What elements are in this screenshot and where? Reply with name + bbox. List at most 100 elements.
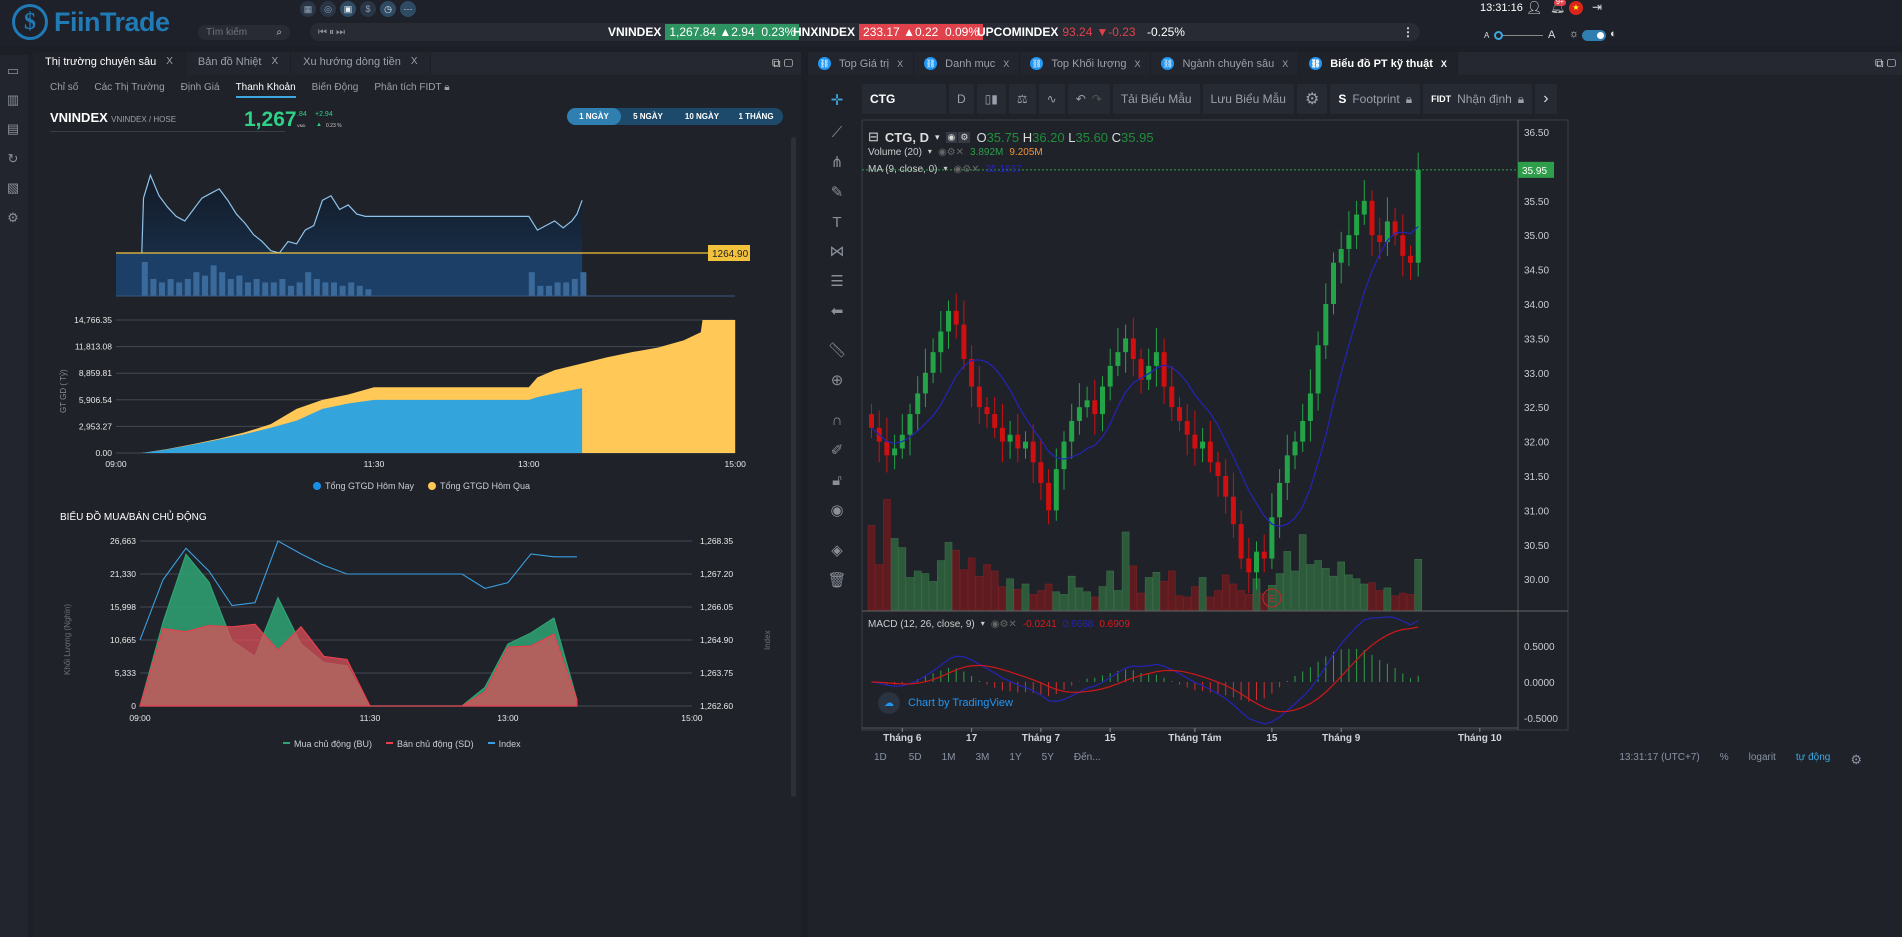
volume-bar	[245, 282, 251, 296]
chart-settings-icon[interactable]: ⚙	[1840, 752, 1872, 768]
ma-label[interactable]: MA (9, close, 0)	[868, 164, 937, 175]
table-icon[interactable]: ▦	[300, 1, 316, 17]
legend-symbol[interactable]: CTG, D	[885, 130, 929, 145]
clock-icon[interactable]: ◷	[380, 1, 396, 17]
volume-bar	[1260, 592, 1269, 611]
more-icon[interactable]: ···	[400, 1, 416, 17]
legend-index[interactable]: Index	[487, 739, 521, 749]
log-toggle[interactable]: logarit	[1739, 752, 1786, 768]
period-1y[interactable]: 1Y	[999, 752, 1031, 768]
ticker-hnxindex[interactable]: HNXINDEX 233.17 ▲0.22 0.09%	[793, 23, 983, 41]
logo-icon: $	[12, 4, 48, 40]
period-3m[interactable]: 3M	[966, 752, 1000, 768]
ticker-pct: -0.25%	[1146, 25, 1185, 39]
indicator-controls-icon[interactable]: ◉⚙✕	[991, 619, 1017, 630]
legend-sd[interactable]: Bán chủ động (SD)	[386, 739, 474, 749]
indicator-controls-icon[interactable]: ◉⚙✕	[938, 147, 964, 158]
search-icon: ⌕	[276, 27, 282, 38]
chart-legend-main: ⊟ CTG, D ▾ ◉ ⚙ O35.75 H36.20 L35.60 C35.95	[868, 129, 1154, 145]
volume-bar	[998, 586, 1007, 611]
window-icon[interactable]: ▭	[5, 63, 21, 79]
last-price-label: 35.95	[1522, 166, 1547, 177]
volume-bar	[960, 569, 968, 611]
volume-bar	[983, 564, 991, 611]
chevron-down-icon[interactable]: ▾	[981, 619, 985, 630]
fiintrade-logo[interactable]: $ FiinTrade	[12, 4, 170, 40]
period-1d[interactable]: 1D	[862, 752, 899, 768]
period-5y[interactable]: 5Y	[1032, 752, 1064, 768]
report-icon[interactable]: ▧	[5, 180, 21, 196]
calendar-icon[interactable]: ▣	[340, 1, 356, 17]
volume-bar	[898, 547, 907, 611]
search-input[interactable]: Tìm kiếm ⌕	[198, 25, 290, 40]
candle	[1215, 462, 1221, 476]
gear-icon[interactable]: ⚙	[958, 131, 971, 143]
font-size-slider[interactable]	[1494, 31, 1544, 41]
logout-icon[interactable]: ⇥	[1592, 0, 1602, 14]
save-icon[interactable]: ▤	[5, 121, 21, 137]
chevron-down-icon[interactable]: ▾	[943, 164, 947, 175]
coin-icon[interactable]: $	[360, 1, 376, 17]
legend-bu[interactable]: Mua chủ động (BU)	[283, 739, 372, 749]
volume-bar	[975, 575, 984, 611]
indicator-controls-icon[interactable]: ◉⚙✕	[953, 164, 979, 175]
volume-bar	[270, 282, 277, 296]
volume-bar	[1160, 581, 1168, 611]
volume-bar	[348, 282, 355, 296]
go-to-date[interactable]: Đến...	[1064, 752, 1111, 768]
volume-bar	[1237, 590, 1245, 611]
settings-icon[interactable]: ⚙	[5, 210, 21, 226]
volume-bar	[159, 282, 165, 296]
ticker-upcomindex[interactable]: UPCOMINDEX 93.24 ▼-0.23 -0.25%	[977, 23, 1185, 41]
ticker-name: HNXINDEX	[793, 25, 856, 39]
eye-icon[interactable]: ◉	[945, 131, 958, 143]
volume-bar	[1106, 570, 1115, 611]
candle	[1238, 524, 1244, 559]
candle	[915, 393, 921, 415]
volume-bar	[210, 265, 217, 296]
refresh-icon[interactable]: ↻	[5, 151, 21, 167]
period-5d[interactable]: 5D	[899, 752, 932, 768]
candle	[1123, 338, 1129, 353]
candle	[1053, 469, 1059, 511]
volume-bar	[202, 275, 208, 296]
ticker-values: 233.17 ▲0.22 0.09%	[859, 24, 983, 40]
candlestick-chart[interactable]: 30.00 30.50 31.00 31.50 32.00 32.50 33.00 33.50…	[808, 52, 1902, 937]
chevron-down-icon[interactable]: ▾	[928, 147, 932, 158]
volume-legend: Volume (20) ▾ ◉⚙✕ 3.892M 9.205M	[868, 147, 1043, 158]
volume-bar	[1144, 577, 1153, 611]
legend-today[interactable]: Tổng GTGD Hôm Nay	[313, 481, 414, 491]
percent-toggle[interactable]: %	[1710, 752, 1739, 768]
header-right: 13:31:16 👤︎ 🔔︎ 9+ ★ ⇥ A A ☼ ◐	[1432, 0, 1902, 46]
legend-swatch	[487, 742, 495, 744]
vietnam-flag-icon[interactable]: ★	[1569, 1, 1583, 15]
candle	[1369, 200, 1375, 236]
x-tick-label: 15:00	[725, 459, 747, 469]
index-ticker: ⏮⏸⏭ VNINDEX 1,267.84 ▲2.94 0.23% HNXINDE…	[310, 23, 1420, 41]
collapse-icon[interactable]: ⊟	[868, 129, 879, 145]
macd-label[interactable]: MACD (12, 26, close, 9)	[868, 619, 975, 630]
columns-icon[interactable]: ▥	[5, 92, 21, 108]
legend-yesterday[interactable]: Tổng GTGD Hôm Qua	[428, 481, 530, 491]
volume-label[interactable]: Volume (20)	[868, 147, 922, 158]
tradingview-watermark[interactable]: ☁ Chart by TradingView	[878, 692, 1013, 714]
auto-toggle[interactable]: tự động	[1786, 752, 1841, 768]
search-chart-icon[interactable]: ◎	[320, 1, 336, 17]
sun-icon: ☼	[1569, 28, 1580, 40]
ticker-vnindex[interactable]: VNINDEX 1,267.84 ▲2.94 0.23%	[608, 23, 800, 41]
volume-bar	[1014, 588, 1022, 611]
chevron-down-icon[interactable]: ▾	[935, 132, 940, 143]
y-tick-label: 5,333	[115, 668, 137, 678]
media-controls[interactable]: ⏮⏸⏭	[318, 27, 347, 38]
volume-bar	[867, 525, 876, 611]
period-1m[interactable]: 1M	[932, 752, 966, 768]
volume-bar	[937, 560, 945, 611]
theme-toggle[interactable]	[1582, 30, 1606, 41]
legend-label: Tổng GTGD Hôm Nay	[325, 481, 415, 491]
ticker-menu-icon[interactable]: ⋮	[1402, 25, 1414, 39]
candle	[1400, 235, 1406, 256]
clock: 13:31:16	[1480, 2, 1523, 14]
candle	[1246, 558, 1252, 573]
user-icon[interactable]: 👤︎	[1526, 0, 1543, 16]
volume-bar	[1337, 561, 1346, 611]
